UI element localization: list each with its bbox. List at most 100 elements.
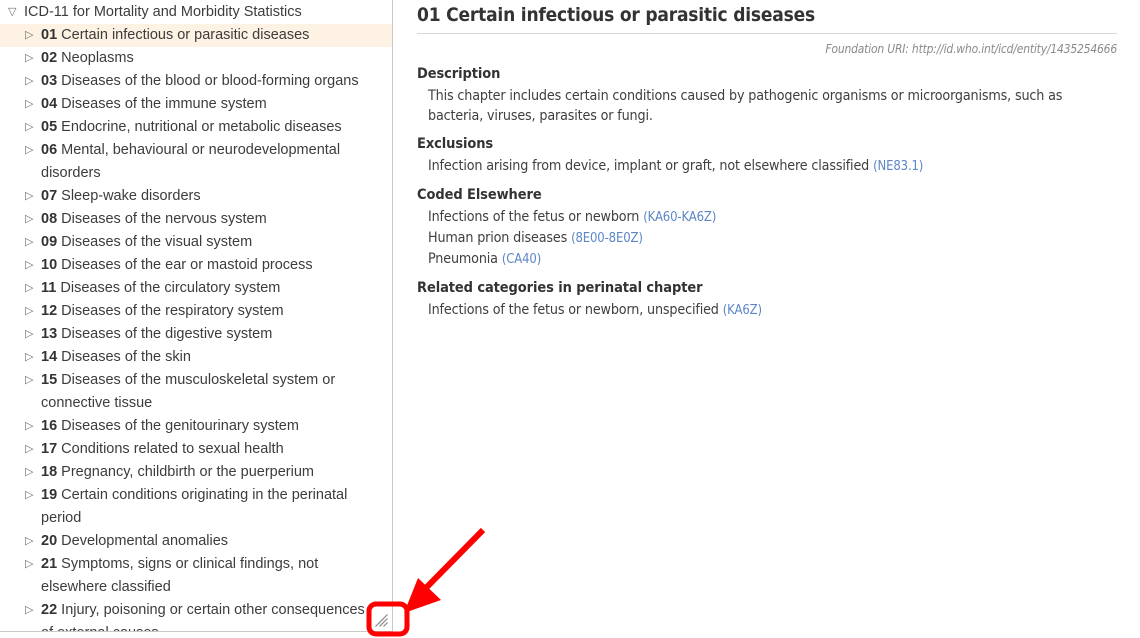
triangle-right-icon[interactable]: ▷ [25,24,41,47]
icd-browser-window: ▽ ICD-11 for Mortality and Morbidity Sta… [0,0,1140,638]
tree-item-label: 18 Pregnancy, childbirth or the puerperi… [41,464,314,480]
triangle-right-icon[interactable]: ▷ [25,208,41,231]
tree-item-03[interactable]: ▷ 03 Diseases of the blood or blood-formi… [0,70,392,93]
tree-item-code: 11 [41,280,57,296]
coded-elsewhere-heading: Coded Elsewhere [417,187,542,203]
tree-item-code: 01 [41,27,58,43]
tree-item-label: 04 Diseases of the immune system [41,96,267,112]
tree-item-label: 07 Sleep-wake disorders [41,188,201,204]
triangle-right-icon[interactable]: ▷ [25,185,41,208]
tree-item-02[interactable]: ▷ 02 Neoplasms [0,47,392,70]
exclusions-heading: Exclusions [417,136,494,152]
tree-item-code: 13 [41,326,58,342]
resize-grip-icon[interactable] [373,612,390,629]
tree-item-code: 08 [41,211,58,227]
tree-item-code: 18 [41,464,58,480]
coded-elsewhere-list: Infections of the fetus or newborn (KA60-… [417,207,1117,270]
tree-item-code: 02 [41,50,58,66]
entity-detail-panel: 01 Certain infectious or parasitic disea… [393,0,1140,638]
tree-item-19[interactable]: ▷ 19 Certain conditions originating in th… [0,484,392,530]
triangle-right-icon[interactable]: ▷ [25,277,41,300]
tree-item-04[interactable]: ▷ 04 Diseases of the immune system [0,93,392,116]
exclusions-list: Infection arising from device, implant o… [417,156,1117,177]
triangle-right-icon[interactable]: ▷ [25,415,41,438]
triangle-right-icon[interactable]: ▷ [25,369,41,392]
triangle-right-icon[interactable]: ▷ [25,254,41,277]
triangle-right-icon[interactable]: ▷ [25,300,41,323]
entity-reference-label[interactable]: Infections of the fetus or newborn, unsp… [428,302,719,318]
tree-item-label: 19 Certain conditions originating in the… [41,487,348,526]
description-text: This chapter includes certain conditions… [428,88,1063,124]
tree-item-13[interactable]: ▷ 13 Diseases of the digestive system [0,323,392,346]
entity-reference-line: Infections of the fetus or newborn (KA60-… [428,207,1117,228]
tree-item-label: 13 Diseases of the digestive system [41,326,273,342]
tree-item-01[interactable]: ▷ 01 Certain infectious or parasitic dise… [0,24,392,47]
entity-reference-line: Pneumonia (CA40) [428,249,1117,270]
tree-item-05[interactable]: ▷ 05 Endocrine, nutritional or metabolic … [0,116,392,139]
entity-reference-code[interactable]: (8E00-8E0Z) [571,231,643,246]
tree-item-label: 03 Diseases of the blood or blood-formin… [41,73,359,89]
triangle-down-icon[interactable]: ▽ [8,1,24,24]
triangle-right-icon[interactable]: ▷ [25,323,41,346]
tree-item-17[interactable]: ▷ 17 Conditions related to sexual health [0,438,392,461]
tree-item-label: 01 Certain infectious or parasitic disea… [41,27,310,43]
entity-reference-code[interactable]: (KA60-KA6Z) [643,210,716,225]
entity-reference-label[interactable]: Infection arising from device, implant o… [428,158,869,174]
entity-reference-code[interactable]: (NE83.1) [873,159,923,174]
tree-item-09[interactable]: ▷ 09 Diseases of the visual system [0,231,392,254]
triangle-right-icon[interactable]: ▷ [25,530,41,553]
entity-reference-label[interactable]: Pneumonia [428,251,498,267]
entity-reference-code[interactable]: (CA40) [502,252,541,267]
related-perinatal-list: Infections of the fetus or newborn, unsp… [417,300,1117,321]
foundation-uri-text: Foundation URI: http://id.who.int/icd/en… [825,42,1117,56]
entity-reference-code[interactable]: (KA6Z) [723,303,762,318]
triangle-right-icon[interactable]: ▷ [25,484,41,507]
tree-item-21[interactable]: ▷ 21 Symptoms, signs or clinical findings… [0,553,392,599]
triangle-right-icon[interactable]: ▷ [25,116,41,139]
triangle-right-icon[interactable]: ▷ [25,139,41,162]
triangle-right-icon[interactable]: ▷ [25,461,41,484]
triangle-right-icon[interactable]: ▷ [25,93,41,116]
tree-item-label: 22 Injury, poisoning or certain other co… [41,602,365,631]
triangle-right-icon[interactable]: ▷ [25,70,41,93]
tree-item-06[interactable]: ▷ 06 Mental, behavioural or neurodevelopm… [0,139,392,185]
tree-root-item[interactable]: ▽ ICD-11 for Mortality and Morbidity Sta… [0,0,392,24]
entity-reference-line: Infection arising from device, implant o… [428,156,1117,177]
tree-item-15[interactable]: ▷ 15 Diseases of the musculoskeletal syst… [0,369,392,415]
tree-item-label: 16 Diseases of the genitourinary system [41,418,299,434]
tree-item-20[interactable]: ▷ 20 Developmental anomalies [0,530,392,553]
triangle-right-icon[interactable]: ▷ [25,438,41,461]
tree-item-11[interactable]: ▷ 11 Diseases of the circulatory system [0,277,392,300]
triangle-right-icon[interactable]: ▷ [25,231,41,254]
tree-scroll-area[interactable]: ▽ ICD-11 for Mortality and Morbidity Sta… [0,0,392,631]
tree-item-code: 04 [41,96,58,112]
tree-item-label: 17 Conditions related to sexual health [41,441,284,457]
entity-reference-label[interactable]: Infections of the fetus or newborn [428,209,639,225]
tree-item-08[interactable]: ▷ 08 Diseases of the nervous system [0,208,392,231]
tree-item-16[interactable]: ▷ 16 Diseases of the genitourinary system [0,415,392,438]
page-title: 01 Certain infectious or parasitic disea… [417,4,1117,34]
entity-reference-label[interactable]: Human prion diseases [428,230,567,246]
tree-item-12[interactable]: ▷ 12 Diseases of the respiratory system [0,300,392,323]
related-perinatal-heading: Related categories in perinatal chapter [417,280,703,296]
tree-item-label: 15 Diseases of the musculoskeletal syste… [41,372,336,411]
tree-item-code: 22 [41,602,58,618]
tree-item-code: 17 [41,441,58,457]
tree-item-22[interactable]: ▷ 22 Injury, poisoning or certain other c… [0,599,392,631]
tree-item-18[interactable]: ▷ 18 Pregnancy, childbirth or the puerper… [0,461,392,484]
tree-item-label: 20 Developmental anomalies [41,533,229,549]
tree-item-label: 14 Diseases of the skin [41,349,191,365]
tree-item-code: 05 [41,119,58,135]
tree-item-label: 09 Diseases of the visual system [41,234,253,250]
triangle-right-icon[interactable]: ▷ [25,599,41,622]
triangle-right-icon[interactable]: ▷ [25,47,41,70]
tree-item-14[interactable]: ▷ 14 Diseases of the skin [0,346,392,369]
triangle-right-icon[interactable]: ▷ [25,553,41,576]
entity-reference-line: Human prion diseases (8E00-8E0Z) [428,228,1117,249]
triangle-right-icon[interactable]: ▷ [25,346,41,369]
tree-item-label: 02 Neoplasms [41,50,134,66]
tree-item-07[interactable]: ▷ 07 Sleep-wake disorders [0,185,392,208]
entity-reference-line: Infections of the fetus or newborn, unsp… [428,300,1117,321]
tree-item-10[interactable]: ▷ 10 Diseases of the ear or mastoid proce… [0,254,392,277]
tree-root-label: ICD-11 for Mortality and Morbidity Stati… [24,4,302,20]
